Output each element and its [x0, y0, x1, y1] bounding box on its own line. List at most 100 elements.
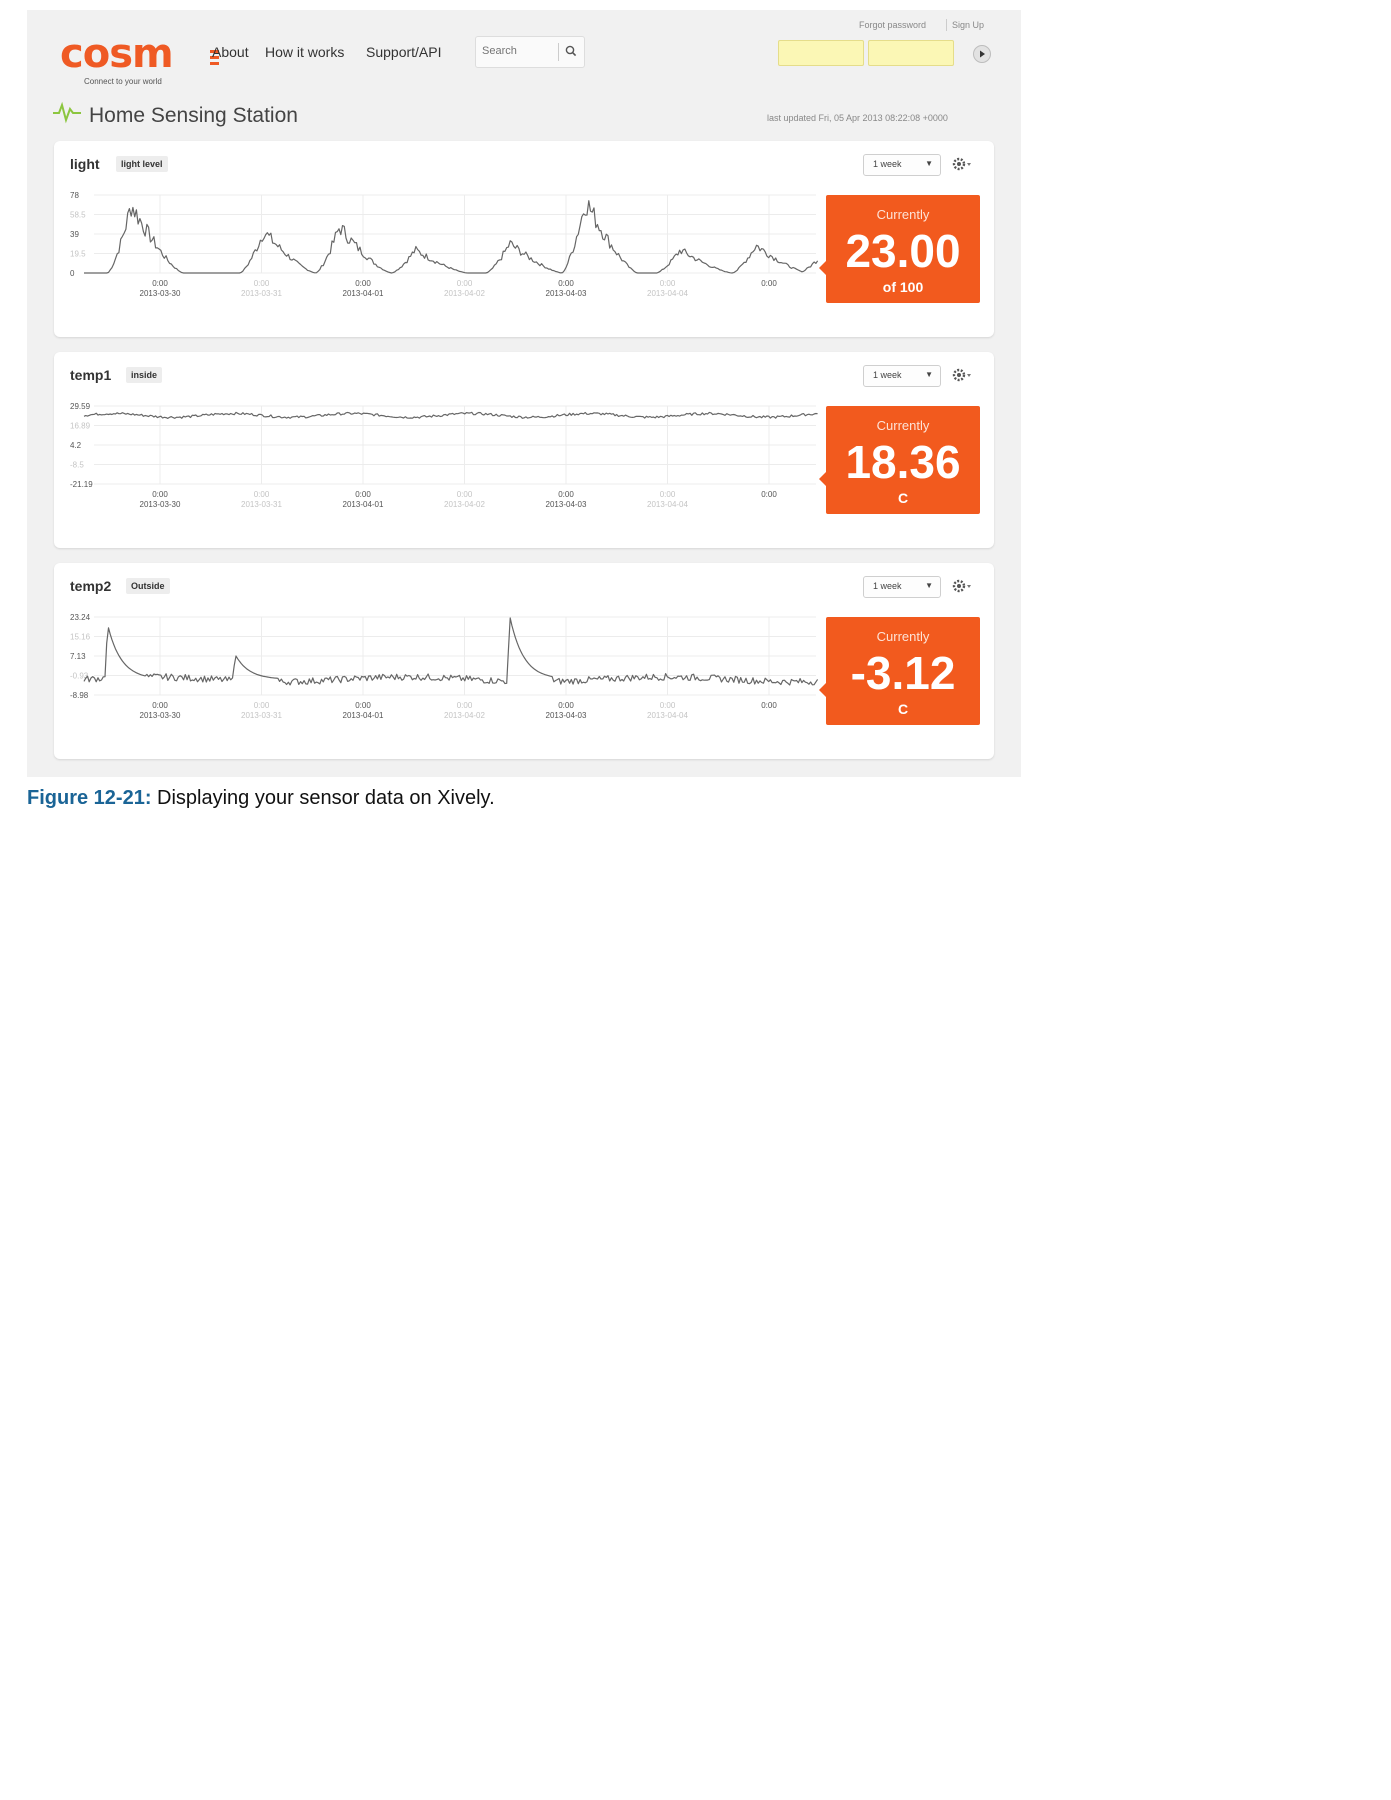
x-tick-time: 0:00: [152, 279, 168, 288]
gear-icon[interactable]: [951, 577, 973, 595]
feed-panel-light: light light level 1 week ▼ 78 58.5 39 19.5 0…: [54, 141, 994, 337]
top-link-divider: [946, 19, 947, 31]
gear-icon[interactable]: [951, 366, 973, 384]
range-select-value: 1 week: [873, 370, 902, 380]
x-tick-date: 2013-04-03: [546, 289, 587, 298]
feed-name: light: [70, 156, 100, 172]
x-tick-time: 0:00: [457, 490, 473, 499]
login-password-field[interactable]: [868, 40, 954, 66]
x-tick-time: 0:00: [355, 490, 371, 499]
current-unit: C: [897, 490, 909, 506]
search-divider: [558, 43, 559, 61]
x-tick-date: 2013-04-03: [546, 711, 587, 720]
gear-icon[interactable]: [951, 155, 973, 173]
current-label: Currently: [876, 418, 930, 433]
x-tick-time: 0:00: [660, 490, 676, 499]
x-tick-time: 0:00: [152, 701, 168, 710]
play-icon: [980, 50, 985, 58]
x-tick-date: 2013-04-03: [546, 500, 587, 509]
y-tick-label: 78: [70, 191, 79, 200]
figure-caption-text: Displaying your sensor data on Xively.: [151, 787, 495, 809]
feed-panel-temp1: temp1 inside 1 week ▼ 29.59 16.89 4.2 -8.5 -…: [54, 352, 994, 548]
x-tick-date: 2013-04-01: [343, 500, 384, 509]
pulse-icon: [53, 101, 81, 124]
y-tick-label: 15.16: [70, 633, 91, 642]
range-select[interactable]: 1 week ▼: [863, 154, 941, 176]
x-tick-date: 2013-04-02: [444, 711, 485, 720]
search-icon[interactable]: [564, 44, 578, 58]
logo-tagline: Connect to your world: [84, 77, 162, 86]
search-box: [475, 36, 585, 68]
search-input[interactable]: [482, 42, 552, 60]
x-tick-time: 0:00: [254, 490, 270, 499]
x-tick-time: 0:00: [457, 701, 473, 710]
page-title: Home Sensing Station: [89, 104, 298, 127]
series-line: [84, 200, 819, 274]
y-tick-label: 0: [70, 269, 75, 278]
x-tick-time: 0:00: [660, 279, 676, 288]
feed-panel-temp2: temp2 Outside 1 week ▼ 23.24 15.16 7.13 -0.…: [54, 563, 994, 759]
range-select[interactable]: 1 week ▼: [863, 576, 941, 598]
current-value: -3.12: [850, 647, 956, 699]
current-value-box: Currently -3.12 C: [819, 617, 980, 725]
nav-how-it-works[interactable]: How it works: [265, 44, 344, 60]
current-value-box: Currently 18.36 C: [819, 406, 980, 514]
series-line: [83, 411, 818, 419]
cosm-logo[interactable]: cosm Connect to your world: [52, 32, 219, 92]
feed-name: temp2: [70, 578, 112, 594]
y-tick-label: 39: [70, 230, 79, 239]
x-tick-time: 0:00: [761, 701, 777, 710]
login-submit-button[interactable]: [973, 45, 991, 63]
y-tick-label: -21.19: [70, 480, 93, 489]
nav-about[interactable]: About: [212, 44, 249, 60]
xively-screenshot: cosm Connect to your world About How it …: [27, 10, 1021, 777]
x-tick-time: 0:00: [761, 490, 777, 499]
x-tick-time: 0:00: [254, 701, 270, 710]
y-tick-label: 29.59: [70, 402, 91, 411]
current-unit: of 100: [882, 279, 924, 295]
range-select-value: 1 week: [873, 159, 902, 169]
x-tick-time: 0:00: [558, 701, 574, 710]
x-tick-date: 2013-03-31: [241, 289, 282, 298]
y-tick-label: -0.93: [70, 672, 89, 681]
y-tick-label: -8.5: [70, 461, 84, 470]
x-tick-date: 2013-03-30: [140, 711, 181, 720]
nav-support-api[interactable]: Support/API: [366, 44, 442, 60]
current-label: Currently: [876, 207, 930, 222]
y-tick-label: 16.89: [70, 422, 91, 431]
x-tick-date: 2013-04-04: [647, 500, 688, 509]
current-value-box: Currently 23.00 of 100: [819, 195, 980, 303]
y-tick-label: 7.13: [70, 652, 86, 661]
x-tick-date: 2013-03-30: [140, 500, 181, 509]
x-tick-time: 0:00: [254, 279, 270, 288]
x-tick-time: 0:00: [355, 279, 371, 288]
x-tick-date: 2013-03-31: [241, 711, 282, 720]
feed-tag[interactable]: Outside: [126, 578, 170, 594]
login-username-field[interactable]: [778, 40, 864, 66]
feed-tag[interactable]: light level: [116, 156, 168, 172]
x-tick-time: 0:00: [355, 701, 371, 710]
x-tick-date: 2013-04-02: [444, 500, 485, 509]
x-tick-time: 0:00: [761, 279, 777, 288]
x-tick-date: 2013-04-01: [343, 289, 384, 298]
caret-down-icon: ▼: [925, 581, 933, 590]
feed-chart: 23.2415.167.13-0.93-8.980:002013-03-300:…: [70, 613, 819, 720]
figure-number: Figure 12-21:: [27, 787, 152, 809]
x-tick-date: 2013-04-04: [647, 711, 688, 720]
feed-chart: 29.5916.894.2-8.5-21.190:002013-03-300:0…: [70, 402, 818, 509]
feed-name: temp1: [70, 367, 112, 383]
feed-tag[interactable]: inside: [126, 367, 163, 383]
x-tick-date: 2013-04-01: [343, 711, 384, 720]
x-tick-time: 0:00: [152, 490, 168, 499]
x-tick-time: 0:00: [457, 279, 473, 288]
current-value: 18.36: [845, 436, 961, 488]
sign-up-link[interactable]: Sign Up: [952, 20, 984, 30]
y-tick-label: -8.98: [70, 691, 89, 700]
x-tick-time: 0:00: [558, 279, 574, 288]
y-tick-label: 4.2: [70, 441, 82, 450]
range-select[interactable]: 1 week ▼: [863, 365, 941, 387]
forgot-password-link[interactable]: Forgot password: [859, 20, 926, 30]
last-updated: last updated Fri, 05 Apr 2013 08:22:08 +…: [767, 113, 948, 123]
current-pointer: [819, 683, 826, 697]
series-line: [83, 617, 819, 686]
